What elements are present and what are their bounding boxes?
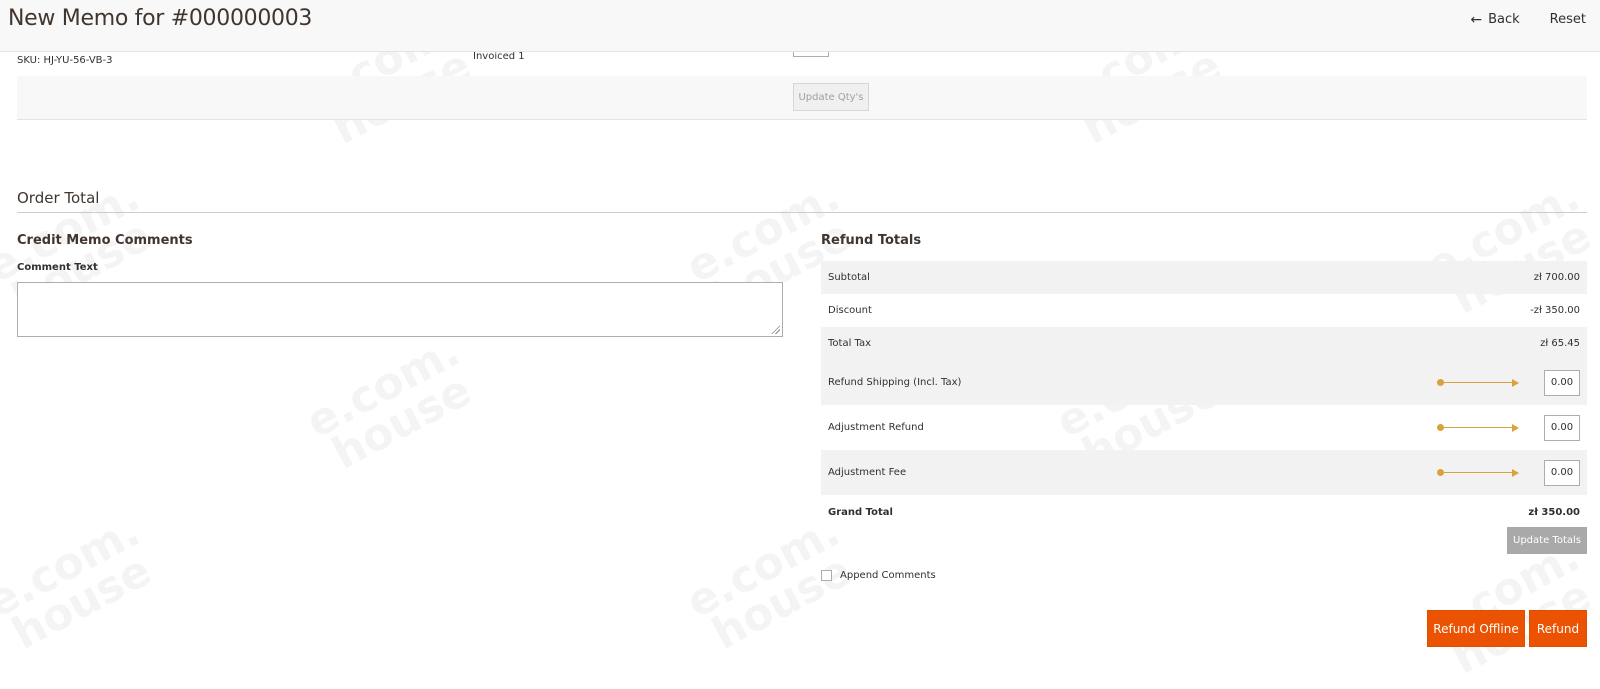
subtotal-value: zł 700.00	[1533, 272, 1580, 283]
refund-button[interactable]: Refund	[1529, 610, 1587, 647]
page-header: New Memo for #000000003 ← Back Reset	[0, 0, 1600, 52]
subtotal-label: Subtotal	[828, 272, 870, 283]
item-sku: SKU: HJ-YU-56-VB-3	[17, 55, 113, 66]
grand-total-value: zł 350.00	[1528, 507, 1580, 518]
append-comments-label: Append Comments	[840, 570, 936, 581]
back-button[interactable]: ← Back	[1470, 12, 1519, 27]
totals-row-grand-total: Grand Total zł 350.00	[821, 495, 1587, 530]
totals-row-adjustment-fee: Adjustment Fee 0.00	[821, 450, 1587, 495]
adjustment-fee-input[interactable]: 0.00	[1544, 459, 1580, 486]
comment-textarea[interactable]	[17, 282, 783, 337]
back-label: Back	[1488, 12, 1520, 27]
grand-total-label: Grand Total	[828, 507, 893, 518]
items-footer: Update Qty's	[17, 76, 1587, 120]
section-divider	[17, 212, 1587, 213]
append-comments[interactable]: Append Comments	[821, 570, 936, 581]
refund-totals-table: Subtotal zł 700.00 Discount -zł 350.00 T…	[821, 261, 1587, 530]
discount-label: Discount	[828, 305, 872, 316]
refund-totals-title: Refund Totals	[821, 233, 922, 248]
totals-row-subtotal: Subtotal zł 700.00	[821, 261, 1587, 294]
totals-row-shipping: Refund Shipping (Incl. Tax) 0.00	[821, 360, 1587, 405]
tax-label: Total Tax	[828, 338, 872, 349]
discount-value: -zł 350.00	[1530, 305, 1580, 316]
item-invoiced-qty: Invoiced 1	[473, 51, 525, 62]
watermark: e.com.house	[298, 326, 485, 480]
annotation-arrow-icon	[1437, 378, 1519, 387]
adjustment-refund-label: Adjustment Refund	[828, 422, 924, 433]
order-total-title: Order Total	[17, 189, 100, 207]
update-totals-button[interactable]: Update Totals	[1507, 527, 1587, 554]
resize-grip-icon[interactable]	[771, 325, 780, 334]
reset-button[interactable]: Reset	[1550, 12, 1586, 27]
update-qty-button[interactable]: Update Qty's	[793, 83, 869, 111]
append-comments-checkbox[interactable]	[821, 570, 832, 581]
arrow-left-icon: ←	[1470, 11, 1483, 28]
header-actions: ← Back Reset	[1470, 12, 1586, 27]
annotation-arrow-icon	[1437, 423, 1519, 432]
credit-memo-comments-title: Credit Memo Comments	[17, 233, 193, 248]
watermark: e.com.house	[678, 506, 865, 660]
comment-text-label: Comment Text	[17, 262, 98, 273]
shipping-label: Refund Shipping (Incl. Tax)	[828, 377, 962, 388]
annotation-arrow-icon	[1437, 468, 1519, 477]
page-title: New Memo for #000000003	[8, 6, 313, 31]
totals-row-discount: Discount -zł 350.00	[821, 294, 1587, 327]
watermark: e.com.house	[0, 506, 165, 660]
tax-value: zł 65.45	[1540, 338, 1580, 349]
adjustment-refund-input[interactable]: 0.00	[1544, 414, 1580, 441]
adjustment-fee-label: Adjustment Fee	[828, 467, 907, 478]
totals-row-adjustment-refund: Adjustment Refund 0.00	[821, 405, 1587, 450]
refund-offline-button[interactable]: Refund Offline	[1427, 610, 1525, 647]
totals-row-tax: Total Tax zł 65.45	[821, 327, 1587, 360]
refund-shipping-input[interactable]: 0.00	[1544, 369, 1580, 396]
